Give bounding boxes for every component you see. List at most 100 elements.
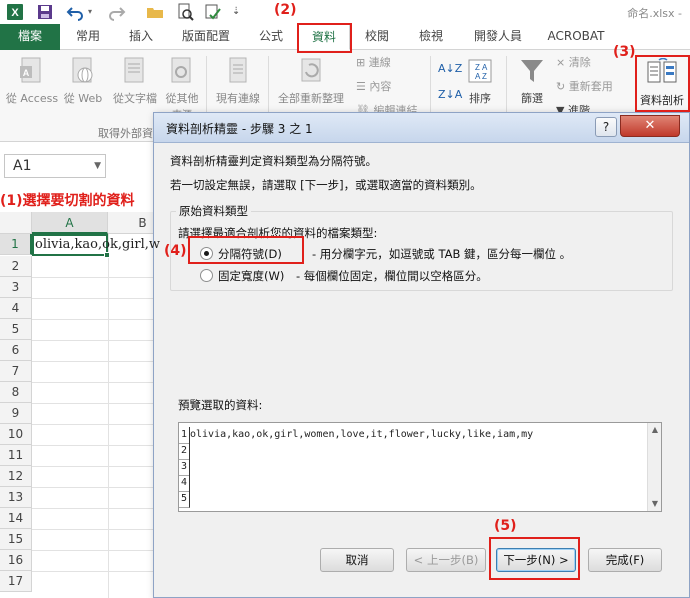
row-header[interactable]: 11 xyxy=(0,445,32,466)
annotation-step-3: (3) xyxy=(613,44,636,60)
cell-a1-value: olivia,kao,ok,girl,w xyxy=(35,237,161,252)
svg-text:X: X xyxy=(11,7,19,19)
reapply-button[interactable]: ↻ 重新套用 xyxy=(556,78,613,96)
sort-icon: Z AA Z xyxy=(468,59,492,83)
chevron-down-icon[interactable]: ▼ xyxy=(94,155,101,177)
refresh-all-icon xyxy=(301,58,321,82)
tab-file[interactable]: 檔案 xyxy=(0,24,60,50)
from-web-button[interactable]: 從 Web xyxy=(60,56,106,106)
close-button[interactable]: ✕ xyxy=(620,115,680,137)
cell-a1[interactable]: olivia,kao,ok,girl,w xyxy=(32,234,160,256)
other-sources-icon xyxy=(171,57,191,83)
save-icon[interactable] xyxy=(36,3,54,21)
gridline xyxy=(32,445,162,446)
back-button[interactable]: < 上一步(B) xyxy=(406,548,486,572)
from-access-button[interactable]: A 從 Access xyxy=(4,56,60,106)
row-header[interactable]: 10 xyxy=(0,424,32,445)
fixed-width-radio-label[interactable]: 固定寬度(W) xyxy=(218,268,284,284)
preview-row-number: 5 xyxy=(179,491,190,508)
row-header[interactable]: 7 xyxy=(0,361,32,382)
spelling-icon[interactable] xyxy=(204,3,222,21)
from-other-label: 從其他 xyxy=(165,92,199,105)
tab-view[interactable]: 檢視 xyxy=(406,24,456,50)
redo-icon[interactable] xyxy=(108,3,126,21)
row-header[interactable]: 1 xyxy=(0,234,32,255)
preview-row: 1 olivia,kao,ok,girl,women,love,it,flower… xyxy=(179,427,534,444)
gridline xyxy=(32,508,162,509)
row-header[interactable]: 15 xyxy=(0,529,32,550)
row-header[interactable]: 17 xyxy=(0,571,32,592)
scroll-up-icon[interactable]: ▲ xyxy=(648,423,661,437)
undo-icon[interactable] xyxy=(66,3,84,21)
refresh-all-button[interactable]: 全部重新整理 xyxy=(272,56,350,106)
tab-insert[interactable]: 插入 xyxy=(116,24,166,50)
preview-row-text: olivia,kao,ok,girl,women,love,it,flower,… xyxy=(190,429,534,440)
preview-row: 5 xyxy=(179,491,190,508)
gridline xyxy=(32,277,162,278)
from-web-label: 從 Web xyxy=(63,92,103,105)
existing-connections-label: 現有連線 xyxy=(216,92,260,105)
undo-dropdown-icon[interactable]: ▾ xyxy=(88,3,106,21)
tab-review[interactable]: 校閱 xyxy=(352,24,402,50)
tab-page-layout[interactable]: 版面配置 xyxy=(168,24,244,50)
tab-formulas[interactable]: 公式 xyxy=(248,24,294,50)
row-header[interactable]: 14 xyxy=(0,508,32,529)
clear-filter-button[interactable]: ⨯ 清除 xyxy=(556,54,591,72)
finish-button[interactable]: 完成(F) xyxy=(588,548,662,572)
cancel-button[interactable]: 取消 xyxy=(320,548,394,572)
svg-text:A: A xyxy=(23,68,30,78)
annotation-step-1: (1)選擇要切割的資料 xyxy=(0,193,135,209)
properties-label: 內容 xyxy=(369,80,392,93)
sort-az-icon[interactable]: A↓Z xyxy=(438,60,462,78)
gridline xyxy=(32,382,162,383)
svg-text:Z: Z xyxy=(482,72,487,81)
tab-home[interactable]: 常用 xyxy=(60,24,116,50)
preview-row: 4 xyxy=(179,475,190,492)
connections-label: 連線 xyxy=(368,56,391,69)
fixed-width-radio[interactable] xyxy=(200,269,213,282)
tab-acrobat[interactable]: ACROBAT xyxy=(538,24,614,50)
sort-za-icon[interactable]: Z↓A xyxy=(438,86,462,104)
row-header[interactable]: 5 xyxy=(0,319,32,340)
row-header[interactable]: 8 xyxy=(0,382,32,403)
row-header[interactable]: 16 xyxy=(0,550,32,571)
from-text-button[interactable]: 從文字檔 xyxy=(108,56,162,106)
scroll-down-icon[interactable]: ▼ xyxy=(648,497,661,511)
row-header[interactable]: 3 xyxy=(0,277,32,298)
web-icon xyxy=(72,57,93,83)
row-header[interactable]: 9 xyxy=(0,403,32,424)
help-button[interactable]: ? xyxy=(595,117,617,137)
clear-label: 清除 xyxy=(568,56,591,69)
sort-button[interactable]: ZAAZ 排序 xyxy=(464,58,496,106)
data-preview[interactable]: 1 olivia,kao,ok,girl,women,love,it,flower… xyxy=(178,422,662,512)
existing-connections-button[interactable]: 現有連線 xyxy=(210,56,266,106)
row-header[interactable]: 2 xyxy=(0,256,32,277)
preview-row: 2 xyxy=(179,443,190,460)
document-title: 命名.xlsx - xyxy=(627,7,682,20)
fill-handle[interactable] xyxy=(104,252,110,258)
column-header-a[interactable]: A xyxy=(32,212,108,234)
customize-qat-icon[interactable]: ⇣ xyxy=(232,3,250,21)
connections-button[interactable]: ⊞ 連線 xyxy=(356,54,391,72)
group-label-external: 取得外部資 xyxy=(98,127,153,140)
select-all-corner[interactable] xyxy=(0,212,32,234)
from-text-label: 從文字檔 xyxy=(113,92,157,105)
open-folder-icon[interactable] xyxy=(146,3,164,21)
highlight-text-to-columns xyxy=(635,55,690,112)
print-preview-icon[interactable] xyxy=(176,3,194,21)
name-box[interactable]: A1 ▼ xyxy=(4,154,106,178)
row-header[interactable]: 6 xyxy=(0,340,32,361)
annotation-step-4: (4) xyxy=(164,243,187,259)
properties-button[interactable]: ☰ 內容 xyxy=(356,78,391,96)
gridline xyxy=(108,234,109,598)
row-header[interactable]: 13 xyxy=(0,487,32,508)
row-header[interactable]: 4 xyxy=(0,298,32,319)
tab-developer[interactable]: 開發人員 xyxy=(460,24,536,50)
preview-scrollbar[interactable]: ▲ ▼ xyxy=(647,423,661,511)
fixed-width-description: - 每個欄位固定，欄位間以空格區分。 xyxy=(296,269,488,283)
gridline xyxy=(32,340,162,341)
row-header[interactable]: 12 xyxy=(0,466,32,487)
filter-button[interactable]: 篩選 xyxy=(512,56,552,106)
highlight-next-button xyxy=(489,537,580,580)
gridline xyxy=(32,298,162,299)
